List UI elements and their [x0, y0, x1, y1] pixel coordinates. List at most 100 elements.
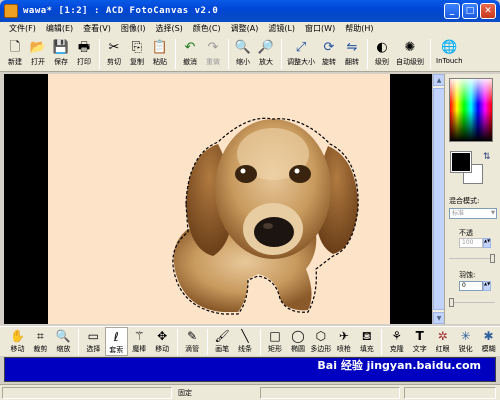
- open-button[interactable]: 📂 打开: [27, 36, 49, 67]
- zoom-out-icon: 🔍: [234, 39, 252, 55]
- swap-colors-icon[interactable]: ⇅: [483, 152, 491, 162]
- menu-color[interactable]: 颜色(C): [188, 22, 226, 36]
- opacity-label: 不透: [459, 229, 473, 237]
- menu-view[interactable]: 查看(V): [78, 22, 116, 36]
- minimize-button[interactable]: _: [444, 3, 460, 19]
- tool-line[interactable]: ╲ 线条: [234, 327, 257, 356]
- menu-select[interactable]: 选择(S): [150, 22, 187, 36]
- opacity-slider-knob[interactable]: [490, 254, 495, 263]
- tool-red-eye[interactable]: ✲ 红眼: [431, 327, 454, 356]
- auto-levels-label: 自动级别: [396, 58, 424, 66]
- tool-blur[interactable]: ✱ 模糊: [477, 327, 500, 356]
- auto-levels-icon: ✺: [404, 39, 416, 55]
- blur-icon: ✱: [483, 329, 494, 343]
- foreground-color-swatch[interactable]: [450, 151, 472, 173]
- new-button[interactable]: 🗋 新建: [4, 36, 26, 67]
- tool-hand[interactable]: ✋ 移动: [6, 327, 29, 356]
- tool-crop[interactable]: ⌗ 裁剪: [29, 327, 52, 356]
- tool-airbrush[interactable]: ✈ 喷枪: [332, 327, 355, 356]
- flip-button[interactable]: ⇋ 翻转: [341, 36, 363, 67]
- intouch-button[interactable]: 🌐 InTouch: [434, 36, 465, 66]
- vertical-scrollbar[interactable]: ▲ ▼: [432, 74, 445, 324]
- tool-move[interactable]: ✥ 移动: [151, 327, 174, 356]
- toolbar-separator: [430, 39, 431, 69]
- feather-slider-knob[interactable]: [449, 298, 454, 307]
- tool-label: 模糊: [481, 345, 496, 353]
- magic-wand-icon: ⚚: [133, 329, 145, 343]
- menu-file[interactable]: 文件(F): [4, 22, 41, 36]
- new-label: 新建: [8, 58, 22, 66]
- hand-icon: ✋: [9, 329, 25, 343]
- maximize-button[interactable]: □: [462, 3, 478, 19]
- tool-clone[interactable]: ⚘ 克隆: [385, 327, 408, 356]
- image-canvas[interactable]: [48, 74, 390, 324]
- tools-separator: [206, 329, 208, 355]
- menu-filter[interactable]: 滤镜(L): [263, 22, 300, 36]
- menu-edit[interactable]: 编辑(E): [41, 22, 78, 36]
- cut-button[interactable]: ✂ 剪切: [103, 36, 125, 67]
- blend-mode-select[interactable]: 标准: [449, 208, 497, 219]
- paste-button[interactable]: 📋 粘贴: [149, 36, 171, 67]
- color-palette[interactable]: [449, 78, 493, 142]
- status-cell: [2, 387, 172, 399]
- title-bar[interactable]: wawa* [1:2] : ACD FotoCanvas v2.0 _ □ ✕: [0, 0, 500, 22]
- open-label: 打开: [31, 58, 45, 66]
- tool-magic-wand[interactable]: ⚚ 魔棒: [128, 327, 151, 356]
- tool-rect-select[interactable]: ▭ 选择: [82, 327, 105, 356]
- tool-label: 喷枪: [336, 345, 351, 353]
- menu-image[interactable]: 图像(I): [116, 22, 151, 36]
- tool-ellipse[interactable]: ◯ 椭圆: [286, 327, 309, 356]
- airbrush-icon: ✈: [338, 329, 349, 343]
- redo-button[interactable]: ↷ 重做: [202, 36, 224, 67]
- tool-eyedropper[interactable]: ✎ 滴管: [181, 327, 204, 356]
- feather-slider[interactable]: [449, 298, 495, 310]
- window-title: wawa* [1:2] : ACD FotoCanvas v2.0: [23, 6, 219, 16]
- toolbar-separator: [281, 39, 282, 69]
- zoom-out-button[interactable]: 🔍 缩小: [232, 36, 254, 67]
- opacity-slider[interactable]: [449, 254, 495, 266]
- levels-button[interactable]: ◐ 级别: [371, 36, 393, 67]
- tool-rectangle[interactable]: □ 矩形: [264, 327, 287, 356]
- menu-help[interactable]: 帮助(H): [340, 22, 378, 36]
- feather-spinner-icon[interactable]: ▲▼: [483, 281, 491, 291]
- tool-fill[interactable]: ⛾ 填充: [355, 327, 378, 356]
- opacity-spinner-icon[interactable]: ▲▼: [483, 238, 491, 248]
- watermark: Bai 经验 jingyan.baidu.com: [317, 359, 481, 372]
- undo-label: 撤消: [183, 58, 197, 66]
- menu-bar: 文件(F) 编辑(E) 查看(V) 图像(I) 选择(S) 颜色(C) 调整(A…: [0, 22, 500, 36]
- levels-icon: ◐: [376, 39, 388, 55]
- tool-polygon[interactable]: ⬡ 多边形: [309, 327, 332, 356]
- new-file-icon: 🗋: [9, 39, 21, 55]
- canvas-area[interactable]: [4, 74, 432, 324]
- tool-text[interactable]: T 文字: [408, 327, 431, 356]
- tool-lasso[interactable]: ℓ 套索: [104, 327, 128, 356]
- intouch-label: InTouch: [436, 57, 463, 65]
- eyedropper-icon: ✎: [187, 329, 198, 343]
- close-button[interactable]: ✕: [480, 3, 496, 19]
- print-button[interactable]: 🖶 打印: [73, 36, 95, 67]
- undo-button[interactable]: ↶ 撤消: [179, 36, 201, 67]
- zoom-in-button[interactable]: 🔎 放大: [255, 36, 277, 67]
- opacity-input[interactable]: 100: [459, 238, 483, 248]
- tool-label: 多边形: [310, 345, 332, 353]
- rotate-button[interactable]: ⟳ 旋转: [318, 36, 340, 67]
- tool-zoom[interactable]: 🔍 缩放: [52, 327, 75, 356]
- toolbar-separator: [175, 39, 176, 69]
- tools-palette: ✋ 移动 ⌗ 裁剪 🔍 缩放 ▭ 选择 ℓ 套索 ⚚ 魔棒 ✥ 移动 ✎ 滴管 🖌 画笔 ╲ 线条 …: [0, 326, 500, 356]
- status-bar: 固定: [0, 384, 500, 400]
- auto-levels-button[interactable]: ✺ 自动级别: [394, 36, 426, 67]
- feather-input[interactable]: 0: [459, 281, 483, 291]
- tool-brush[interactable]: 🖌 画笔: [211, 327, 234, 356]
- crop-icon: ⌗: [37, 329, 44, 343]
- save-button[interactable]: 💾 保存: [50, 36, 72, 67]
- menu-window[interactable]: 窗口(W): [300, 22, 340, 36]
- copy-button[interactable]: ⎘ 复制: [126, 36, 148, 67]
- rect-select-icon: ▭: [87, 329, 99, 343]
- tool-sharpen[interactable]: ✳ 锐化: [454, 327, 477, 356]
- resize-button[interactable]: ⤢ 调整大小: [285, 36, 317, 67]
- menu-adjust[interactable]: 调整(A): [226, 22, 264, 36]
- paste-label: 粘贴: [153, 58, 167, 66]
- intouch-globe-icon: 🌐: [441, 39, 458, 55]
- sharpen-icon: ✳: [460, 329, 471, 343]
- tool-label: 椭圆: [290, 345, 305, 353]
